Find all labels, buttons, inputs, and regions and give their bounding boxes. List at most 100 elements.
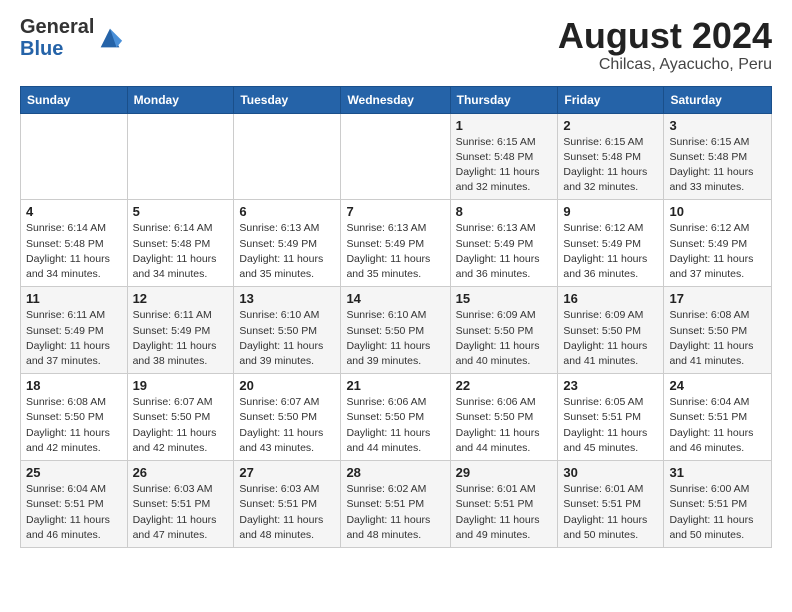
table-row: 23 Sunrise: 6:05 AMSunset: 5:51 PMDayligh…: [558, 374, 664, 461]
day-number: 17: [669, 291, 766, 306]
header: General Blue August 2024 Chilcas, Ayacuc…: [20, 16, 772, 74]
calendar-week-row: 1Sunrise: 6:15 AMSunset: 5:48 PMDaylight…: [21, 113, 772, 200]
day-info: Sunrise: 6:01 AMSunset: 5:51 PMDaylight:…: [563, 482, 658, 543]
logo-icon: [96, 24, 124, 52]
table-row: [21, 113, 128, 200]
day-info: Sunrise: 6:04 AMSunset: 5:51 PMDaylight:…: [669, 395, 766, 456]
calendar-header-row: Sunday Monday Tuesday Wednesday Thursday…: [21, 86, 772, 113]
day-number: 2: [563, 118, 658, 133]
logo: General Blue: [20, 16, 124, 60]
calendar-week-row: 4Sunrise: 6:14 AMSunset: 5:48 PMDaylight…: [21, 200, 772, 287]
day-info: Sunrise: 6:15 AMSunset: 5:48 PMDaylight:…: [456, 135, 553, 196]
day-number: 13: [239, 291, 335, 306]
title-block: August 2024 Chilcas, Ayacucho, Peru: [558, 16, 772, 74]
day-info: Sunrise: 6:14 AMSunset: 5:48 PMDaylight:…: [26, 221, 122, 282]
day-info: Sunrise: 6:08 AMSunset: 5:50 PMDaylight:…: [26, 395, 122, 456]
calendar-title: August 2024: [558, 16, 772, 56]
table-row: 27 Sunrise: 6:03 AMSunset: 5:51 PMDayligh…: [234, 461, 341, 548]
day-info: Sunrise: 6:15 AMSunset: 5:48 PMDaylight:…: [669, 135, 766, 196]
col-thursday: Thursday: [450, 86, 558, 113]
day-info: Sunrise: 6:13 AMSunset: 5:49 PMDaylight:…: [456, 221, 553, 282]
day-info: Sunrise: 6:04 AMSunset: 5:51 PMDaylight:…: [26, 482, 122, 543]
table-row: 9 Sunrise: 6:12 AMSunset: 5:49 PMDaylight…: [558, 200, 664, 287]
calendar-week-row: 11 Sunrise: 6:11 AMSunset: 5:49 PMDayligh…: [21, 287, 772, 374]
table-row: [234, 113, 341, 200]
day-info: Sunrise: 6:14 AMSunset: 5:48 PMDaylight:…: [133, 221, 229, 282]
calendar-table: Sunday Monday Tuesday Wednesday Thursday…: [20, 86, 772, 548]
calendar-week-row: 18Sunrise: 6:08 AMSunset: 5:50 PMDayligh…: [21, 374, 772, 461]
day-number: 27: [239, 465, 335, 480]
day-info: Sunrise: 6:03 AMSunset: 5:51 PMDaylight:…: [239, 482, 335, 543]
day-number: 11: [26, 291, 122, 306]
logo-text: General Blue: [20, 16, 94, 60]
day-number: 29: [456, 465, 553, 480]
col-monday: Monday: [127, 86, 234, 113]
calendar-subtitle: Chilcas, Ayacucho, Peru: [558, 56, 772, 74]
col-wednesday: Wednesday: [341, 86, 450, 113]
table-row: 30 Sunrise: 6:01 AMSunset: 5:51 PMDayligh…: [558, 461, 664, 548]
table-row: 8 Sunrise: 6:13 AMSunset: 5:49 PMDaylight…: [450, 200, 558, 287]
table-row: 18Sunrise: 6:08 AMSunset: 5:50 PMDayligh…: [21, 374, 128, 461]
col-saturday: Saturday: [664, 86, 772, 113]
table-row: 15Sunrise: 6:09 AMSunset: 5:50 PMDayligh…: [450, 287, 558, 374]
day-number: 9: [563, 204, 658, 219]
day-info: Sunrise: 6:10 AMSunset: 5:50 PMDaylight:…: [239, 308, 335, 369]
day-number: 28: [346, 465, 444, 480]
day-info: Sunrise: 6:02 AMSunset: 5:51 PMDaylight:…: [346, 482, 444, 543]
day-number: 6: [239, 204, 335, 219]
table-row: 11Sunrise: 6:11 AMSunset: 5:49 PMDayligh…: [21, 287, 128, 374]
day-info: Sunrise: 6:05 AMSunset: 5:51 PMDaylight:…: [563, 395, 658, 456]
table-row: 25 Sunrise: 6:04 AMSunset: 5:51 PMDayligh…: [21, 461, 128, 548]
day-number: 31: [669, 465, 766, 480]
calendar-week-row: 25 Sunrise: 6:04 AMSunset: 5:51 PMDayligh…: [21, 461, 772, 548]
day-number: 20: [239, 378, 335, 393]
day-number: 12: [133, 291, 229, 306]
table-row: 16Sunrise: 6:09 AMSunset: 5:50 PMDayligh…: [558, 287, 664, 374]
day-info: Sunrise: 6:13 AMSunset: 5:49 PMDaylight:…: [239, 221, 335, 282]
day-number: 26: [133, 465, 229, 480]
table-row: 19 Sunrise: 6:07 AMSunset: 5:50 PMDayligh…: [127, 374, 234, 461]
table-row: 3 Sunrise: 6:15 AMSunset: 5:48 PMDaylight…: [664, 113, 772, 200]
day-info: Sunrise: 6:10 AMSunset: 5:50 PMDaylight:…: [346, 308, 444, 369]
day-number: 30: [563, 465, 658, 480]
table-row: [127, 113, 234, 200]
table-row: 26 Sunrise: 6:03 AMSunset: 5:51 PMDayligh…: [127, 461, 234, 548]
table-row: 31 Sunrise: 6:00 AMSunset: 5:51 PMDayligh…: [664, 461, 772, 548]
table-row: 13 Sunrise: 6:10 AMSunset: 5:50 PMDayligh…: [234, 287, 341, 374]
table-row: 6 Sunrise: 6:13 AMSunset: 5:49 PMDaylight…: [234, 200, 341, 287]
day-info: Sunrise: 6:07 AMSunset: 5:50 PMDaylight:…: [133, 395, 229, 456]
day-number: 25: [26, 465, 122, 480]
table-row: 1Sunrise: 6:15 AMSunset: 5:48 PMDaylight…: [450, 113, 558, 200]
day-info: Sunrise: 6:11 AMSunset: 5:49 PMDaylight:…: [133, 308, 229, 369]
table-row: 12 Sunrise: 6:11 AMSunset: 5:49 PMDayligh…: [127, 287, 234, 374]
day-info: Sunrise: 6:09 AMSunset: 5:50 PMDaylight:…: [563, 308, 658, 369]
col-tuesday: Tuesday: [234, 86, 341, 113]
day-number: 15: [456, 291, 553, 306]
day-info: Sunrise: 6:12 AMSunset: 5:49 PMDaylight:…: [669, 221, 766, 282]
day-info: Sunrise: 6:06 AMSunset: 5:50 PMDaylight:…: [346, 395, 444, 456]
day-number: 22: [456, 378, 553, 393]
day-info: Sunrise: 6:00 AMSunset: 5:51 PMDaylight:…: [669, 482, 766, 543]
day-info: Sunrise: 6:13 AMSunset: 5:49 PMDaylight:…: [346, 221, 444, 282]
table-row: 20Sunrise: 6:07 AMSunset: 5:50 PMDayligh…: [234, 374, 341, 461]
day-number: 3: [669, 118, 766, 133]
day-number: 19: [133, 378, 229, 393]
day-info: Sunrise: 6:12 AMSunset: 5:49 PMDaylight:…: [563, 221, 658, 282]
table-row: 17 Sunrise: 6:08 AMSunset: 5:50 PMDayligh…: [664, 287, 772, 374]
day-number: 23: [563, 378, 658, 393]
table-row: 5 Sunrise: 6:14 AMSunset: 5:48 PMDaylight…: [127, 200, 234, 287]
day-number: 14: [346, 291, 444, 306]
table-row: [341, 113, 450, 200]
day-info: Sunrise: 6:08 AMSunset: 5:50 PMDaylight:…: [669, 308, 766, 369]
day-number: 5: [133, 204, 229, 219]
day-number: 10: [669, 204, 766, 219]
table-row: 10 Sunrise: 6:12 AMSunset: 5:49 PMDayligh…: [664, 200, 772, 287]
table-row: 2Sunrise: 6:15 AMSunset: 5:48 PMDaylight…: [558, 113, 664, 200]
day-info: Sunrise: 6:03 AMSunset: 5:51 PMDaylight:…: [133, 482, 229, 543]
col-sunday: Sunday: [21, 86, 128, 113]
page: General Blue August 2024 Chilcas, Ayacuc…: [0, 0, 792, 564]
day-number: 8: [456, 204, 553, 219]
day-number: 7: [346, 204, 444, 219]
table-row: 29Sunrise: 6:01 AMSunset: 5:51 PMDayligh…: [450, 461, 558, 548]
table-row: 7 Sunrise: 6:13 AMSunset: 5:49 PMDaylight…: [341, 200, 450, 287]
